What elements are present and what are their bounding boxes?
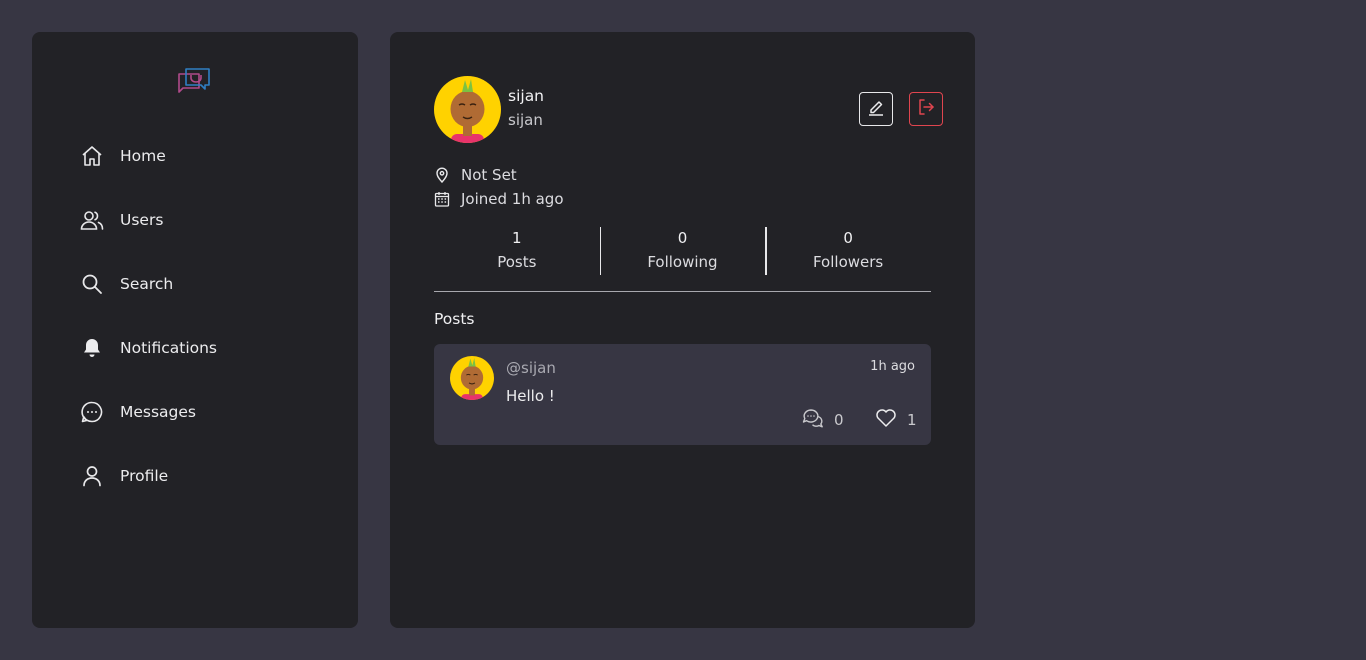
- stat-label: Following: [647, 253, 718, 271]
- sidebar-item-users[interactable]: Users: [80, 205, 163, 235]
- comment-button[interactable]: 0: [802, 408, 844, 432]
- sidebar: Home Users Search Notifications Messages…: [32, 32, 358, 628]
- heart-icon: [875, 408, 897, 432]
- post-timestamp: 1h ago: [870, 359, 915, 374]
- divider: [434, 291, 931, 292]
- sidebar-item-label: Search: [120, 275, 174, 293]
- search-icon: [80, 272, 104, 296]
- location-row: Not Set: [434, 165, 517, 185]
- comment-icon: [802, 408, 824, 432]
- stat-label: Followers: [812, 253, 884, 271]
- profile-panel: sijan sijan Not Set Joined 1h ago 1 Post…: [390, 32, 975, 628]
- location-pin-icon: [434, 167, 450, 183]
- sidebar-item-label: Users: [120, 211, 164, 229]
- like-count: 1: [907, 411, 917, 429]
- edit-profile-button[interactable]: [859, 92, 893, 126]
- stat-posts[interactable]: 1 Posts: [434, 227, 600, 275]
- pencil-icon: [866, 97, 886, 121]
- avatar: [434, 76, 501, 143]
- like-button[interactable]: 1: [875, 408, 917, 432]
- sidebar-item-messages[interactable]: Messages: [80, 397, 196, 427]
- sidebar-item-label: Home: [120, 147, 166, 165]
- profile-name: sijan: [508, 87, 545, 105]
- stat-followers[interactable]: 0 Followers: [765, 227, 931, 275]
- posts-section-title: Posts: [434, 310, 475, 328]
- sidebar-item-search[interactable]: Search: [80, 269, 173, 299]
- sidebar-item-profile[interactable]: Profile: [80, 461, 168, 491]
- avatar[interactable]: [450, 356, 494, 400]
- logout-button[interactable]: [909, 92, 943, 126]
- stat-count: 1: [512, 229, 522, 247]
- stat-count: 0: [843, 229, 853, 247]
- sidebar-item-notifications[interactable]: Notifications: [80, 333, 217, 363]
- sidebar-item-label: Messages: [120, 403, 197, 421]
- stat-following[interactable]: 0 Following: [599, 227, 766, 275]
- chat-bubble-icon: [80, 400, 104, 424]
- profile-stats: 1 Posts 0 Following 0 Followers: [434, 227, 931, 275]
- stat-label: Posts: [497, 253, 537, 271]
- comment-count: 0: [834, 411, 844, 429]
- joined-text: Joined 1h ago: [461, 190, 564, 208]
- home-icon: [80, 144, 104, 168]
- post-card[interactable]: @sijan 1h ago Hello ! 0 1: [434, 344, 931, 445]
- logout-icon: [916, 97, 936, 121]
- bell-icon: [80, 336, 104, 360]
- profile-username: sijan: [508, 111, 543, 129]
- sidebar-item-home[interactable]: Home: [80, 141, 166, 171]
- user-icon: [80, 464, 104, 488]
- location-text: Not Set: [461, 166, 517, 184]
- stat-count: 0: [677, 229, 688, 247]
- sidebar-item-label: Profile: [120, 467, 169, 485]
- app-logo-icon[interactable]: [176, 66, 212, 96]
- sidebar-item-label: Notifications: [120, 339, 218, 357]
- post-text: Hello !: [506, 387, 555, 405]
- users-icon: [80, 208, 104, 232]
- joined-row: Joined 1h ago: [434, 189, 564, 209]
- post-username[interactable]: @sijan: [506, 359, 556, 377]
- calendar-icon: [434, 191, 450, 207]
